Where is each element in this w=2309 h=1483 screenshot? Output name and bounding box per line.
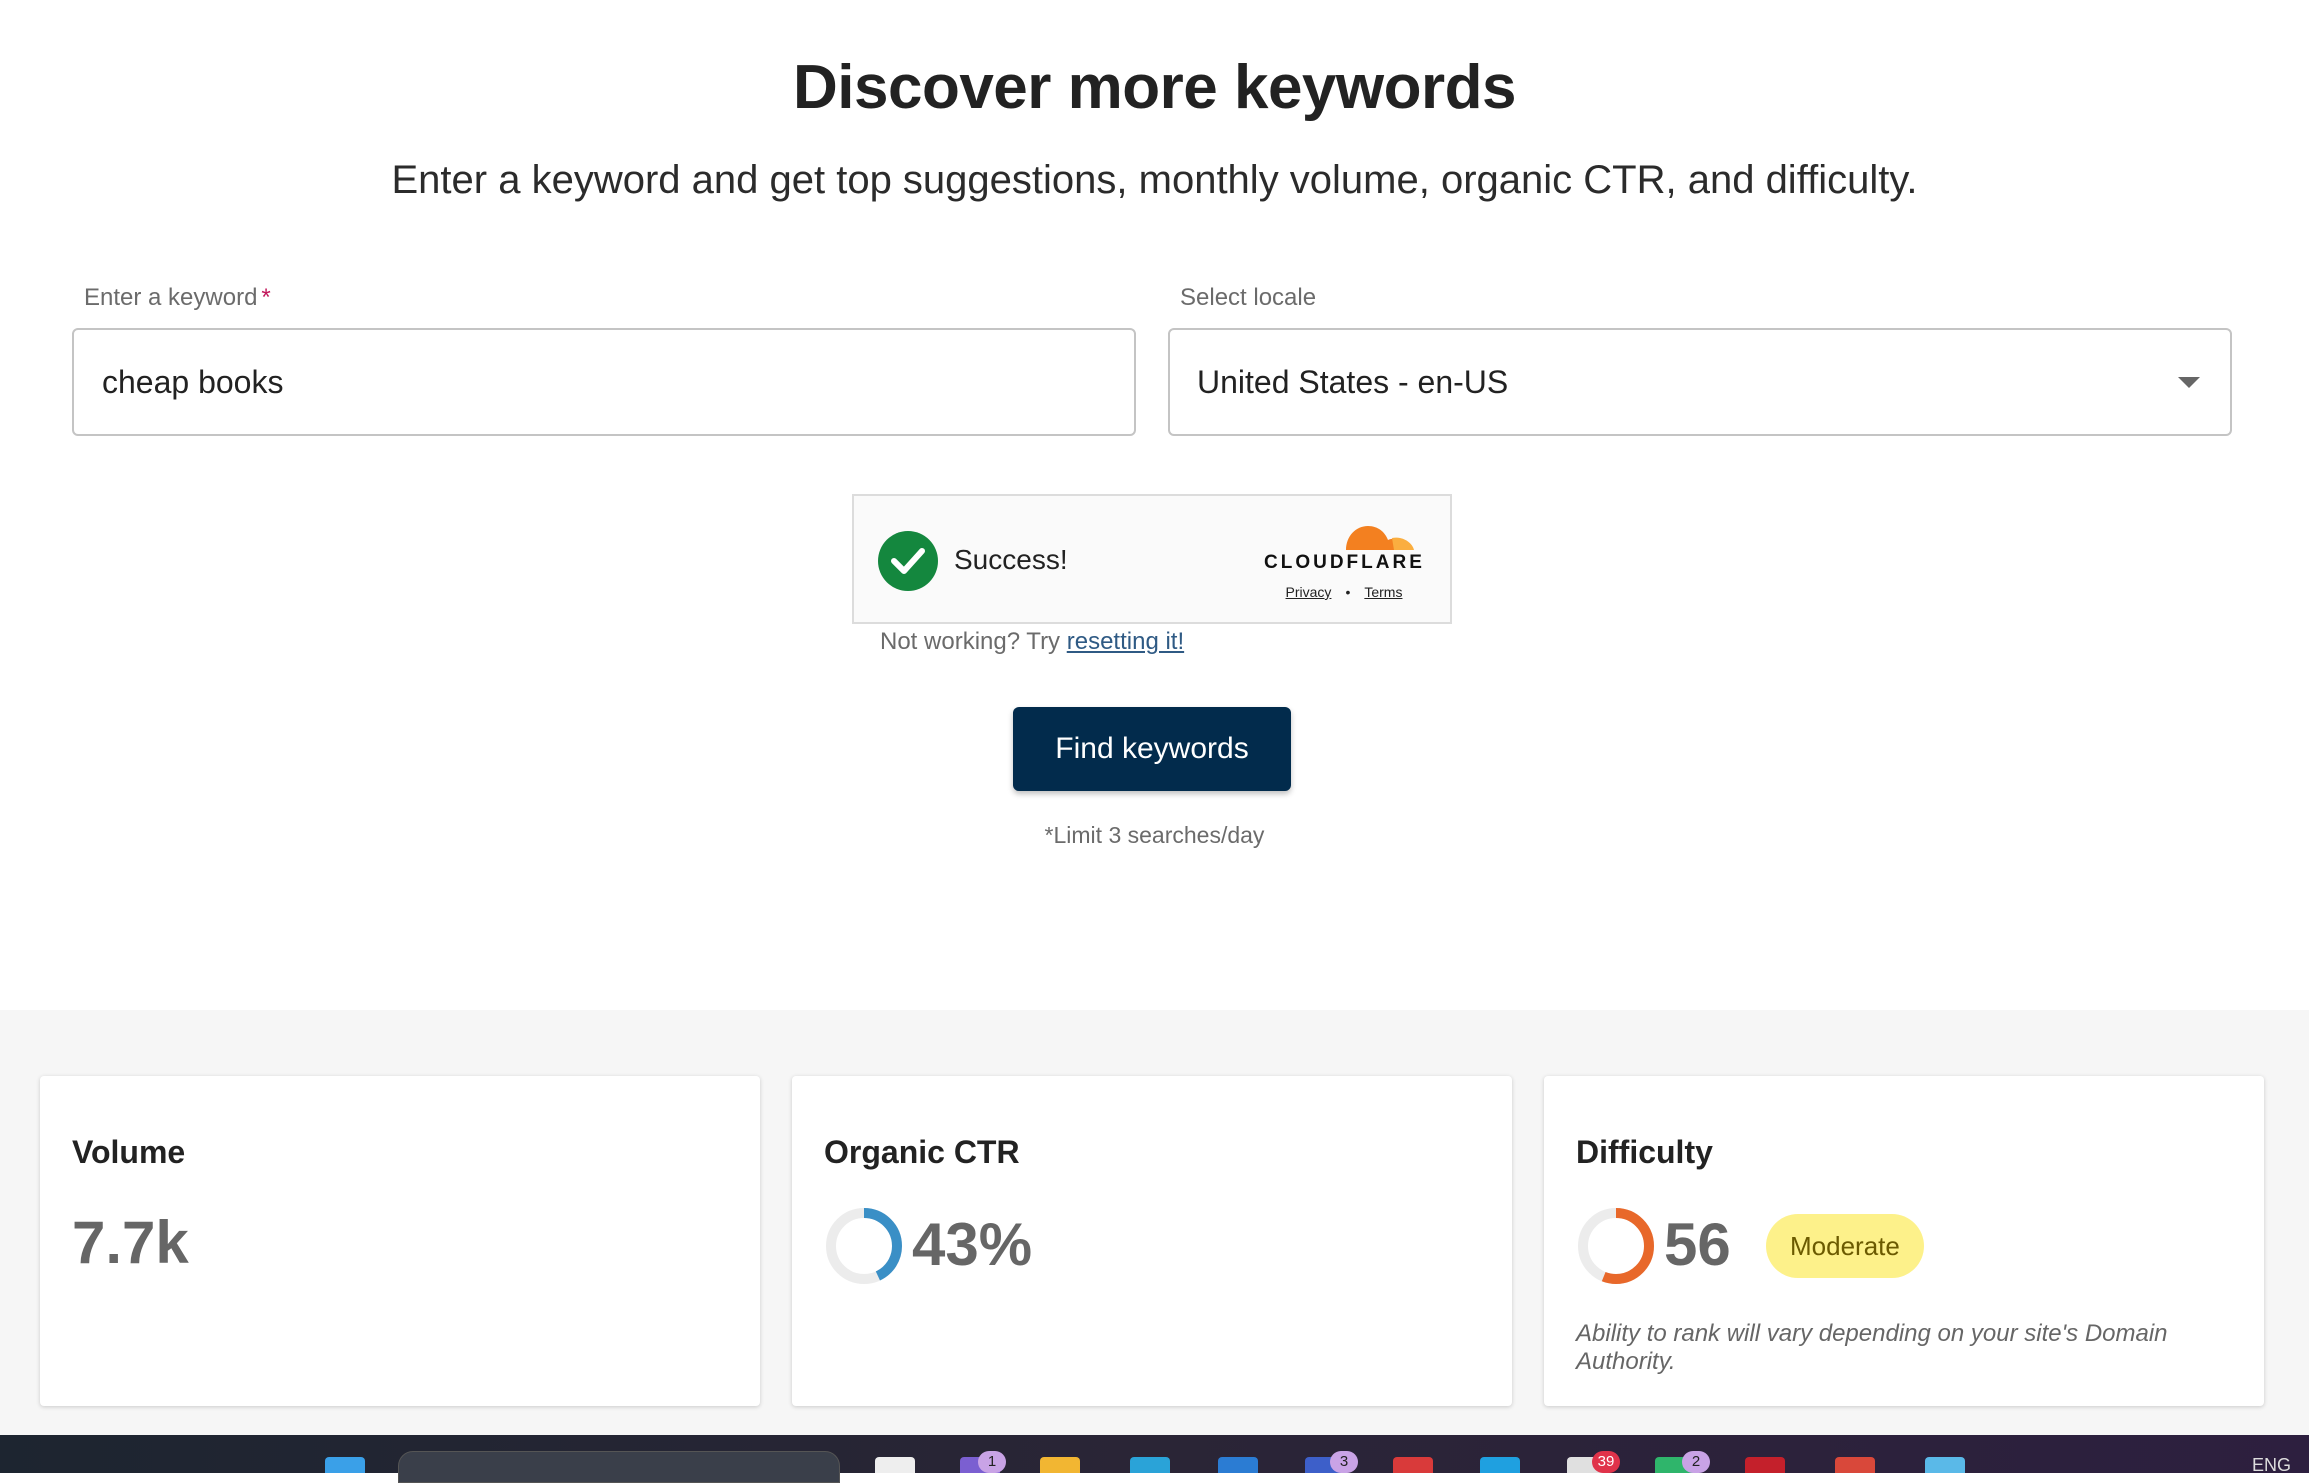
volume-card: Volume 7.7k	[40, 1076, 760, 1406]
page-title: Discover more keywords	[792, 53, 1517, 122]
taskbar: 1 3 39 2 ENG	[0, 1435, 2309, 1483]
gmail-icon[interactable]	[1393, 1457, 1433, 1473]
link-separator: •	[1345, 584, 1351, 600]
difficulty-card: Difficulty 56 Moderate Ability to rank w…	[1544, 1076, 2264, 1406]
keyword-label: Enter a keyword *	[84, 284, 271, 312]
search-limit-note: *Limit 3 searches/day	[1044, 822, 1265, 848]
organic-ctr-title: Organic CTR	[824, 1134, 1020, 1170]
volume-title: Volume	[72, 1134, 186, 1170]
captcha-help: Not working? Try resetting it!	[880, 628, 1184, 656]
difficulty-badge: Moderate	[1766, 1214, 1924, 1278]
keyword-tool-section: Discover more keywords Enter a keyword a…	[0, 0, 2309, 1010]
cloudflare-wordmark: CLOUDFLARE	[1264, 552, 1425, 573]
organic-ctr-value: 43%	[912, 1211, 1033, 1278]
start-icon[interactable]	[325, 1457, 365, 1473]
app-badge: 2	[1682, 1451, 1710, 1473]
organic-ctr-card: Organic CTR 43%	[792, 1076, 1512, 1406]
keyword-input-value: cheap books	[102, 363, 284, 400]
skype-icon[interactable]	[1480, 1457, 1520, 1473]
privacy-link[interactable]: Privacy	[1286, 584, 1332, 600]
edge-icon[interactable]	[1130, 1457, 1170, 1473]
notification-badge: 39	[1592, 1451, 1620, 1473]
outlook-badge: 3	[1330, 1451, 1358, 1473]
app-icon[interactable]	[1925, 1457, 1965, 1473]
taskbar-search[interactable]	[398, 1451, 840, 1483]
difficulty-note: Ability to rank will vary depending on y…	[1576, 1320, 2168, 1375]
captcha-links: Privacy • Terms	[1264, 584, 1424, 600]
terms-link[interactable]: Terms	[1364, 584, 1402, 600]
keyword-input[interactable]: cheap books	[72, 328, 1136, 436]
reset-captcha-link[interactable]: resetting it!	[1067, 628, 1184, 655]
ctr-donut-chart	[826, 1208, 902, 1284]
teams-badge: 1	[978, 1451, 1006, 1473]
difficulty-title: Difficulty	[1576, 1134, 1713, 1170]
keyword-label-text: Enter a keyword	[84, 284, 258, 311]
opera-icon[interactable]	[1745, 1457, 1785, 1473]
captcha-help-text: Not working? Try	[880, 628, 1061, 655]
app-icon[interactable]	[875, 1457, 915, 1473]
metrics-section: Volume 7.7k Organic CTR 43% Difficulty 5…	[0, 1010, 2309, 1435]
volume-value: 7.7k	[72, 1209, 189, 1276]
locale-select-value: United States - en-US	[1197, 363, 1509, 400]
chevron-down-icon	[2178, 377, 2200, 388]
captcha-status: Success!	[954, 544, 1068, 575]
difficulty-value: 56	[1664, 1211, 1731, 1278]
required-mark: *	[261, 284, 271, 311]
app-icon[interactable]	[1835, 1457, 1875, 1473]
captcha-widget[interactable]: Success! CLOUDFLARE Privacy • Terms	[852, 494, 1452, 624]
difficulty-donut-chart	[1578, 1208, 1654, 1284]
find-keywords-button[interactable]: Find keywords	[1013, 707, 1291, 791]
store-icon[interactable]	[1218, 1457, 1258, 1473]
success-check-icon	[878, 531, 938, 591]
locale-label: Select locale	[1180, 284, 1317, 311]
folder-icon[interactable]	[1040, 1457, 1080, 1473]
page-subtitle: Enter a keyword and get top suggestions,…	[391, 158, 1918, 202]
locale-select[interactable]: United States - en-US	[1168, 328, 2232, 436]
